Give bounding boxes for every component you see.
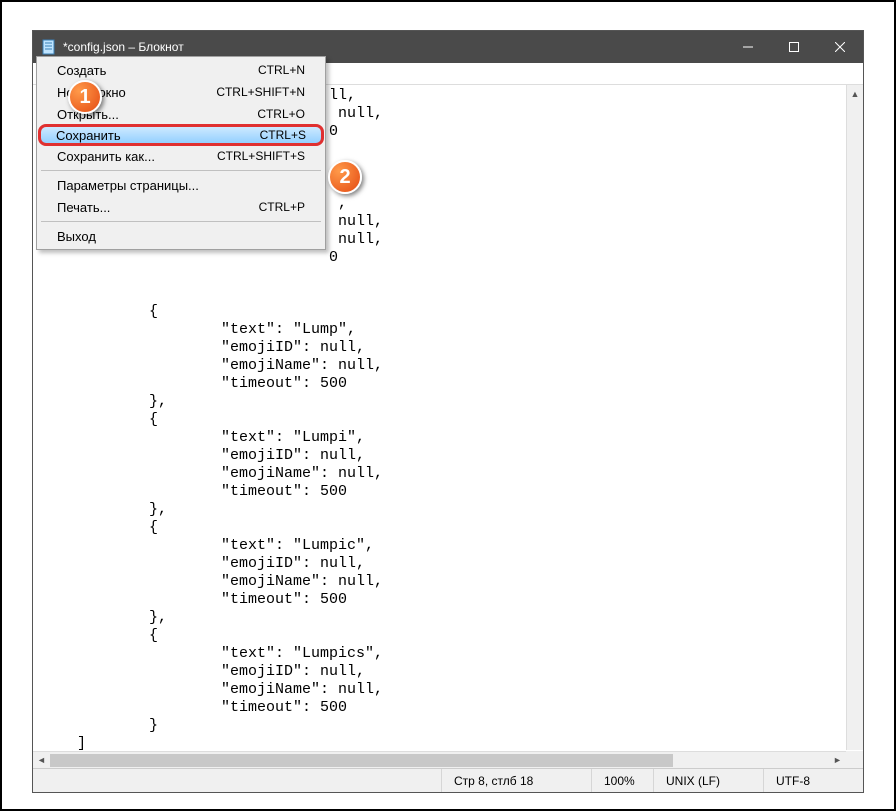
menu-item-label: Сохранить xyxy=(56,128,121,143)
scroll-left-icon[interactable]: ◄ xyxy=(33,752,50,768)
window-controls xyxy=(725,31,863,63)
menu-item-shortcut: CTRL+O xyxy=(257,107,305,121)
hscroll-track[interactable] xyxy=(50,752,829,768)
notepad-icon xyxy=(41,39,57,55)
menu-item-page-setup[interactable]: Параметры страницы... xyxy=(39,174,323,196)
hscroll-thumb[interactable] xyxy=(50,754,673,767)
menu-item-new[interactable]: Создать CTRL+N xyxy=(39,59,323,81)
callout-badge-2: 2 xyxy=(328,160,362,194)
minimize-button[interactable] xyxy=(725,31,771,63)
menu-item-shortcut: CTRL+N xyxy=(258,63,305,77)
status-zoom: 100% xyxy=(591,769,653,792)
menu-item-shortcut: CTRL+P xyxy=(259,200,305,214)
menu-item-label: Печать... xyxy=(57,200,110,215)
menu-item-label: Сохранить как... xyxy=(57,149,155,164)
scroll-up-icon[interactable]: ▲ xyxy=(847,85,863,102)
menu-item-label: Выход xyxy=(57,229,96,244)
menu-separator xyxy=(41,170,321,171)
maximize-button[interactable] xyxy=(771,31,817,63)
menu-item-save-as[interactable]: Сохранить как... CTRL+SHIFT+S xyxy=(39,145,323,167)
status-position: Стр 8, стлб 18 xyxy=(441,769,591,792)
menu-item-label: Параметры страницы... xyxy=(57,178,199,193)
menu-item-shortcut: CTRL+SHIFT+S xyxy=(217,149,305,163)
callout-badge-1: 1 xyxy=(68,80,102,114)
horizontal-scrollbar[interactable]: ◄ ► xyxy=(33,751,846,768)
window-title: *config.json – Блокнот xyxy=(63,40,184,54)
menu-item-shortcut: CTRL+SHIFT+N xyxy=(216,85,305,99)
scroll-right-icon[interactable]: ► xyxy=(829,752,846,768)
status-encoding: UTF-8 xyxy=(763,769,863,792)
menu-item-exit[interactable]: Выход xyxy=(39,225,323,247)
menu-item-label: Создать xyxy=(57,63,106,78)
status-eol: UNIX (LF) xyxy=(653,769,763,792)
close-button[interactable] xyxy=(817,31,863,63)
scroll-corner xyxy=(846,751,863,768)
vertical-scrollbar[interactable]: ▲ xyxy=(846,85,863,750)
statusbar: Стр 8, стлб 18 100% UNIX (LF) UTF-8 xyxy=(33,768,863,792)
menu-separator xyxy=(41,221,321,222)
menu-item-save[interactable]: Сохранить CTRL+S xyxy=(38,124,324,146)
menu-item-print[interactable]: Печать... CTRL+P xyxy=(39,196,323,218)
menu-item-shortcut: CTRL+S xyxy=(260,128,306,142)
